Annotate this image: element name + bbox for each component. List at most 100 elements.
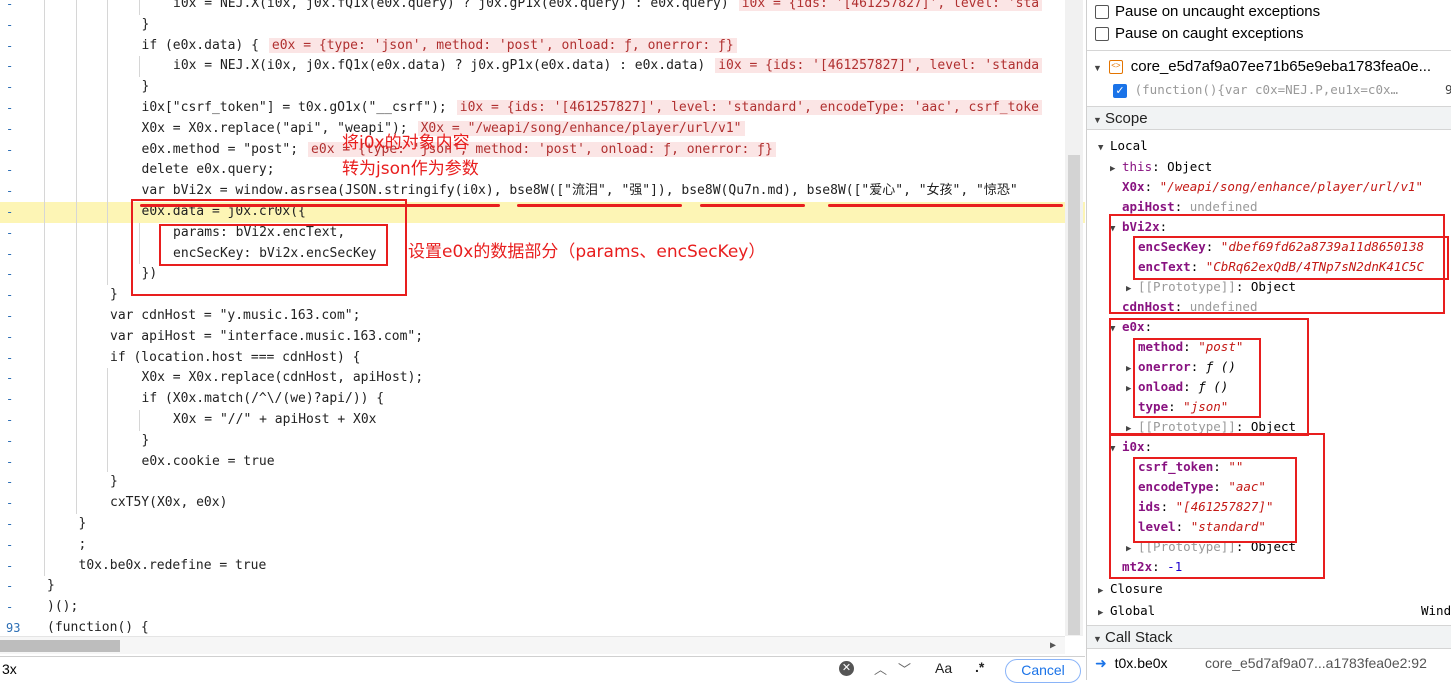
scope-closure[interactable]: ▶ Closure bbox=[1088, 579, 1451, 599]
line-number[interactable]: - bbox=[0, 597, 30, 618]
prop-prototype[interactable]: ▶ [[Prototype]]: Object bbox=[1088, 537, 1451, 557]
breakpoint-checkbox[interactable]: ✓ bbox=[1113, 83, 1127, 98]
code-line[interactable]: - i0x = NEJ.X(i0x, j0x.fQ1x(e0x.query) ? … bbox=[0, 0, 1085, 15]
line-number[interactable]: - bbox=[0, 0, 30, 15]
scope-var-e0x[interactable]: ▼ e0x: bbox=[1088, 317, 1451, 337]
code-line[interactable]: -} bbox=[0, 472, 1085, 493]
line-number[interactable]: - bbox=[0, 556, 30, 577]
code-line[interactable]: - delete e0x.query; bbox=[0, 160, 1085, 181]
pause-caught-row[interactable]: Pause on caught exceptions bbox=[1087, 24, 1451, 44]
breakpoint-file-row[interactable]: ▼ <> core_e5d7af9a07ee71b65e9eba1783fea0… bbox=[1087, 56, 1451, 76]
code-line[interactable]: -)(); bbox=[0, 597, 1085, 618]
cancel-button[interactable]: Cancel bbox=[1005, 659, 1081, 683]
breakpoint-item[interactable]: ✓ (function(){var c0x=NEJ.P,eu1x=c0x… 9 bbox=[1087, 80, 1451, 100]
scope-var-cdnhost[interactable]: cdnHost: undefined bbox=[1088, 297, 1451, 317]
call-stack-header[interactable]: ▼ Call Stack bbox=[1087, 625, 1451, 649]
scope-local[interactable]: ▼ Local bbox=[1088, 136, 1451, 156]
code-line[interactable]: - e0x.cookie = true bbox=[0, 452, 1085, 473]
line-number[interactable]: - bbox=[0, 77, 30, 98]
line-number[interactable]: - bbox=[0, 472, 30, 493]
line-number[interactable]: - bbox=[0, 306, 30, 327]
code-line[interactable]: - t0x.be0x.redefine = true bbox=[0, 556, 1085, 577]
next-match-icon[interactable]: ﹀ bbox=[898, 659, 911, 678]
code-line[interactable]: -} bbox=[0, 431, 1085, 452]
line-number[interactable]: - bbox=[0, 285, 30, 306]
scope-header[interactable]: ▼ Scope bbox=[1087, 106, 1451, 130]
scope-var-apihost[interactable]: apiHost: undefined bbox=[1088, 197, 1451, 217]
line-number[interactable]: - bbox=[0, 223, 30, 244]
prop-csrf-token[interactable]: csrf_token: "" bbox=[1088, 457, 1451, 477]
prop-level[interactable]: level: "standard" bbox=[1088, 517, 1451, 537]
code-line[interactable]: -}) bbox=[0, 264, 1085, 285]
line-number[interactable]: - bbox=[0, 348, 30, 369]
scope-var-bvi2x[interactable]: ▼ bVi2x: bbox=[1088, 217, 1451, 237]
code-line[interactable]: - if (location.host === cdnHost) { bbox=[0, 348, 1085, 369]
code-line[interactable]: - e0x.method = "post"; e0x = {type: 'json'… bbox=[0, 140, 1085, 161]
line-number[interactable]: - bbox=[0, 264, 30, 285]
prop-onload[interactable]: ▶ onload: ƒ () bbox=[1088, 377, 1451, 397]
code-line[interactable]: - var bVi2x = window.asrsea(JSON.stringif… bbox=[0, 181, 1085, 202]
line-number[interactable]: - bbox=[0, 244, 30, 265]
editor-vertical-scrollbar[interactable] bbox=[1065, 0, 1083, 636]
line-number[interactable]: - bbox=[0, 160, 30, 181]
pause-uncaught-row[interactable]: Pause on uncaught exceptions bbox=[1087, 2, 1451, 22]
regex-toggle[interactable]: .* bbox=[975, 659, 984, 675]
line-number[interactable]: - bbox=[0, 15, 30, 36]
prop-type[interactable]: type: "json" bbox=[1088, 397, 1451, 417]
prop-encseckey[interactable]: encSecKey: "dbef69fd62a8739a11d8650138 bbox=[1088, 237, 1451, 257]
pause-uncaught-checkbox[interactable] bbox=[1095, 5, 1109, 20]
code-line[interactable]: - if (X0x.match(/^\/(we)?api/)) { bbox=[0, 389, 1085, 410]
call-stack-frame[interactable]: ➜ t0x.be0x core_e5d7af9a07...a1783fea0e2… bbox=[1087, 653, 1451, 673]
line-number[interactable]: - bbox=[0, 410, 30, 431]
line-number[interactable]: - bbox=[0, 98, 30, 119]
scope-var-mt2x[interactable]: mt2x: -1 bbox=[1088, 557, 1451, 577]
prop-enctext[interactable]: encText: "CbRq62exQdB/4TNp7sN2dnK41C5C bbox=[1088, 257, 1451, 277]
line-number[interactable]: - bbox=[0, 514, 30, 535]
code-line[interactable]: - X0x = "//" + apiHost + X0x bbox=[0, 410, 1085, 431]
line-number[interactable]: - bbox=[0, 452, 30, 473]
prop-onerror[interactable]: ▶ onerror: ƒ () bbox=[1088, 357, 1451, 377]
prop-method[interactable]: method: "post" bbox=[1088, 337, 1451, 357]
clear-search-icon[interactable]: ✕ bbox=[839, 661, 854, 676]
scope-var-x0x[interactable]: X0x: "/weapi/song/enhance/player/url/v1" bbox=[1088, 177, 1451, 197]
code-line[interactable]: -} bbox=[0, 514, 1085, 535]
line-number[interactable]: - bbox=[0, 576, 30, 597]
scope-var-i0x[interactable]: ▼ i0x: bbox=[1088, 437, 1451, 457]
line-number[interactable]: - bbox=[0, 389, 30, 410]
code-line[interactable]: -} bbox=[0, 285, 1085, 306]
line-number[interactable]: - bbox=[0, 119, 30, 140]
scroll-right-arrow-icon[interactable]: ▶ bbox=[1050, 640, 1056, 651]
scope-var-this[interactable]: ▶ this: Object bbox=[1088, 157, 1451, 177]
code-line[interactable]: - cxT5Y(X0x, e0x) bbox=[0, 493, 1085, 514]
prop-encodetype[interactable]: encodeType: "aac" bbox=[1088, 477, 1451, 497]
line-number[interactable]: - bbox=[0, 431, 30, 452]
line-number[interactable]: - bbox=[0, 493, 30, 514]
line-number[interactable]: - bbox=[0, 368, 30, 389]
prop-prototype[interactable]: ▶ [[Prototype]]: Object bbox=[1088, 417, 1451, 437]
code-line[interactable]: -} bbox=[0, 77, 1085, 98]
code-line[interactable]: - i0x = NEJ.X(i0x, j0x.fQ1x(e0x.data) ? j… bbox=[0, 56, 1085, 77]
scope-global[interactable]: ▶ Global Wind bbox=[1088, 601, 1451, 621]
code-line[interactable]: - if (e0x.data) {e0x = {type: 'json', met… bbox=[0, 36, 1085, 57]
code-line[interactable]: - X0x = X0x.replace("api", "weapi"); X0x =… bbox=[0, 119, 1085, 140]
editor-horizontal-scroll-thumb[interactable] bbox=[0, 640, 120, 652]
code-line[interactable]: - var cdnHost = "y.music.163.com"; bbox=[0, 306, 1085, 327]
editor-horizontal-scrollbar[interactable]: ▶ bbox=[0, 636, 1065, 654]
line-number[interactable]: - bbox=[0, 36, 30, 57]
line-number[interactable]: - bbox=[0, 56, 30, 77]
previous-match-icon[interactable]: ︿ bbox=[874, 659, 887, 678]
code-line[interactable]: - params: bVi2x.encText, bbox=[0, 223, 1085, 244]
line-number[interactable]: - bbox=[0, 140, 30, 161]
prop-ids[interactable]: ids: "[461257827]" bbox=[1088, 497, 1451, 517]
line-number[interactable]: - bbox=[0, 535, 30, 556]
code-editor[interactable]: - i0x = NEJ.X(i0x, j0x.fQ1x(e0x.query) ? … bbox=[0, 0, 1085, 656]
match-case-toggle[interactable]: Aa bbox=[935, 660, 952, 676]
line-number[interactable]: - bbox=[0, 181, 30, 202]
code-line[interactable]: - X0x = X0x.replace(cdnHost, apiHost); bbox=[0, 368, 1085, 389]
code-line[interactable]: - i0x["csrf_token"] = t0x.gO1x("__csrf");… bbox=[0, 98, 1085, 119]
line-number[interactable]: - bbox=[0, 327, 30, 348]
editor-vertical-scroll-thumb[interactable] bbox=[1068, 155, 1080, 635]
code-line[interactable]: - var apiHost = "interface.music.163.com"… bbox=[0, 327, 1085, 348]
prop-prototype[interactable]: ▶ [[Prototype]]: Object bbox=[1088, 277, 1451, 297]
code-line[interactable]: -} bbox=[0, 15, 1085, 36]
